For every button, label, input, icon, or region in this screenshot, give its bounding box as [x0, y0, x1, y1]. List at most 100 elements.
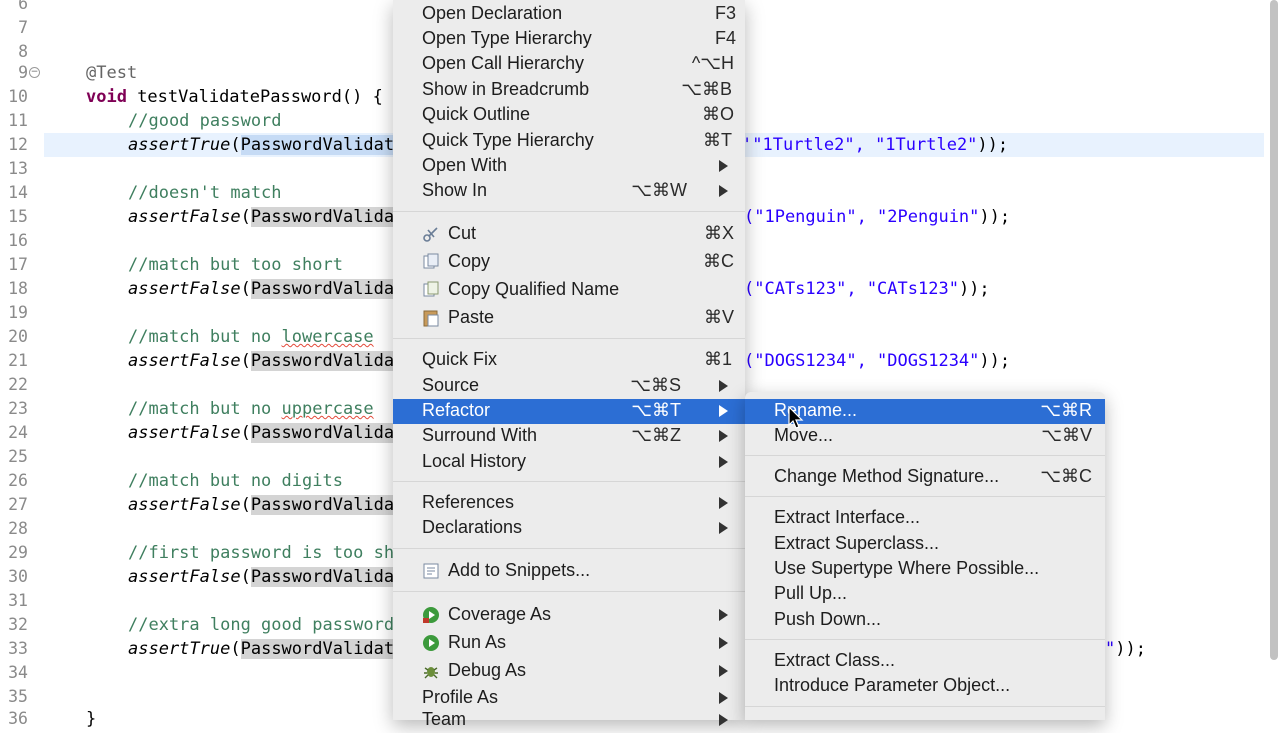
line-number: 31: [8, 591, 28, 610]
menu-item-shortcut: ⌥⌘S: [630, 375, 681, 395]
submenu-item-extract-superclass[interactable]: Extract Superclass...: [745, 532, 1105, 557]
submenu-arrow-icon: [719, 405, 728, 417]
menu-item-label: Add to Snippets...: [448, 560, 591, 580]
line-number: 17: [8, 255, 28, 274]
menu-item-label: Extract Class...: [774, 650, 896, 670]
menu-item-shortcut: ⌘T: [703, 130, 732, 150]
menu-item-debug-as[interactable]: Debug As: [393, 659, 745, 684]
menu-item-open-type-hierarchy[interactable]: Open Type Hierarchy F4: [393, 27, 745, 52]
menu-item-shortcut: F4: [714, 28, 736, 48]
line-number: 19: [8, 303, 28, 322]
context-menu: Open Declaration F3 Open Type Hierarchy …: [393, 0, 745, 729]
menu-item-source[interactable]: Source ⌥⌘S: [393, 374, 745, 399]
menu-item-label: Run As: [448, 632, 507, 652]
line-number: 12: [8, 135, 28, 154]
menu-item-label: Surround With: [422, 425, 538, 445]
menu-item-label: Refactor: [422, 400, 491, 420]
menu-item-local-history[interactable]: Local History: [393, 450, 745, 475]
menu-item-team[interactable]: Team: [393, 708, 745, 733]
menu-item-label: Source: [422, 375, 480, 395]
menu-item-open-call-hierarchy[interactable]: Open Call Hierarchy ^⌥H: [393, 52, 745, 77]
menu-item-label: Extract Interface...: [774, 507, 921, 527]
menu-separator: [393, 548, 745, 549]
menu-item-show-in[interactable]: Show In ⌥⌘W: [393, 179, 745, 204]
vertical-scrollbar[interactable]: [1270, 0, 1278, 660]
menu-item-copy-qualified-name[interactable]: Copy Qualified Name: [393, 278, 745, 303]
menu-item-shortcut: F3: [714, 3, 736, 23]
menu-item-label: Show In: [422, 180, 488, 200]
menu-item-label: Change Method Signature...: [774, 466, 1000, 486]
menu-item-quick-outline[interactable]: Quick Outline ⌘O: [393, 103, 745, 128]
submenu-item-use-supertype[interactable]: Use Supertype Where Possible...: [745, 557, 1105, 582]
copy-icon: [423, 253, 439, 269]
line-number: 14: [8, 183, 28, 202]
menu-item-label: Show in Breadcrumb: [422, 79, 590, 99]
line-number: 36: [8, 709, 28, 728]
menu-item-open-with[interactable]: Open With: [393, 154, 745, 179]
menu-item-shortcut: ⌥⌘W: [631, 180, 687, 200]
code-comment: //match but no uppercase: [128, 399, 374, 419]
code-args: ("CATs123", "CATs123"));: [744, 279, 990, 299]
line-number: 21: [8, 351, 28, 370]
menu-item-shortcut: ⌘X: [703, 223, 734, 243]
menu-item-refactor[interactable]: Refactor ⌥⌘T: [393, 399, 745, 424]
menu-item-quick-type-hierarchy[interactable]: Quick Type Hierarchy ⌘T: [393, 129, 745, 154]
menu-item-cut[interactable]: Cut ⌘X: [393, 222, 745, 247]
code-statement: assertFalse(PasswordValida: [128, 567, 395, 587]
menu-item-add-to-snippets[interactable]: Add to Snippets...: [393, 559, 745, 584]
menu-item-references[interactable]: References: [393, 491, 745, 516]
menu-item-copy[interactable]: Copy ⌘C: [393, 250, 745, 275]
line-number: 25: [8, 447, 28, 466]
line-number: 26: [8, 471, 28, 490]
submenu-item-pull-up[interactable]: Pull Up...: [745, 582, 1105, 607]
menu-item-open-declaration[interactable]: Open Declaration F3: [393, 2, 745, 27]
annotation: @Test: [86, 63, 138, 83]
code-args: '"1Turtle2", "1Turtle2"));: [742, 135, 1009, 155]
code-comment: //good password: [128, 111, 282, 131]
menu-item-paste[interactable]: Paste ⌘V: [393, 306, 745, 331]
menu-item-label: Debug As: [448, 660, 527, 680]
menu-item-label: References: [422, 492, 515, 512]
coverage-icon: [423, 607, 439, 623]
fold-toggle-icon[interactable]: −: [29, 67, 40, 78]
menu-item-run-as[interactable]: Run As: [393, 631, 745, 656]
submenu-item-introduce-parameter-object[interactable]: Introduce Parameter Object...: [745, 674, 1105, 699]
debug-icon: [424, 667, 438, 679]
menu-item-label: Quick Type Hierarchy: [422, 130, 594, 150]
submenu-arrow-icon: [719, 637, 728, 649]
menu-item-surround-with[interactable]: Surround With ⌥⌘Z: [393, 424, 745, 449]
menu-item-label: Coverage As: [448, 604, 552, 624]
menu-item-label: Copy: [448, 251, 491, 271]
menu-item-label: Open Call Hierarchy: [422, 53, 585, 73]
menu-item-quick-fix[interactable]: Quick Fix ⌘1: [393, 348, 745, 373]
code-comment: //match but too short: [128, 255, 343, 275]
code-statement: assertFalse(PasswordValida: [128, 351, 395, 371]
menu-item-shortcut: ⌘O: [701, 104, 734, 124]
line-number: 16: [8, 231, 28, 250]
code-statement: assertTrue(PasswordValidat: [128, 135, 395, 155]
menu-item-declarations[interactable]: Declarations: [393, 516, 745, 541]
menu-item-shortcut: ⌘1: [703, 349, 732, 369]
line-number: 24: [8, 423, 28, 442]
menu-item-label: Local History: [422, 451, 527, 471]
menu-item-label: Copy Qualified Name: [448, 279, 620, 299]
submenu-item-change-method-signature[interactable]: Change Method Signature... ⌥⌘C: [745, 465, 1105, 490]
code-statement: assertTrue(PasswordValidat: [128, 639, 395, 659]
code-comment: //match but no lowercase: [128, 327, 374, 347]
menu-item-label: Quick Outline: [422, 104, 531, 124]
submenu-item-extract-class[interactable]: Extract Class...: [745, 649, 1105, 674]
paste-icon: [423, 310, 439, 327]
menu-item-shortcut: ⌘C: [703, 251, 734, 271]
submenu-arrow-icon: [719, 430, 728, 442]
menu-separator: [393, 591, 745, 592]
submenu-arrow-icon: [719, 665, 728, 677]
menu-separator: [745, 455, 1105, 456]
line-number: 7: [18, 18, 28, 37]
menu-item-label: Open Type Hierarchy: [422, 28, 592, 48]
line-number: 18: [8, 279, 28, 298]
menu-separator: [393, 481, 745, 482]
menu-item-coverage-as[interactable]: Coverage As: [393, 603, 745, 628]
submenu-item-extract-interface[interactable]: Extract Interface...: [745, 506, 1105, 531]
menu-item-show-in-breadcrumb[interactable]: Show in Breadcrumb ⌥⌘B: [393, 78, 745, 103]
submenu-item-push-down[interactable]: Push Down...: [745, 608, 1105, 633]
